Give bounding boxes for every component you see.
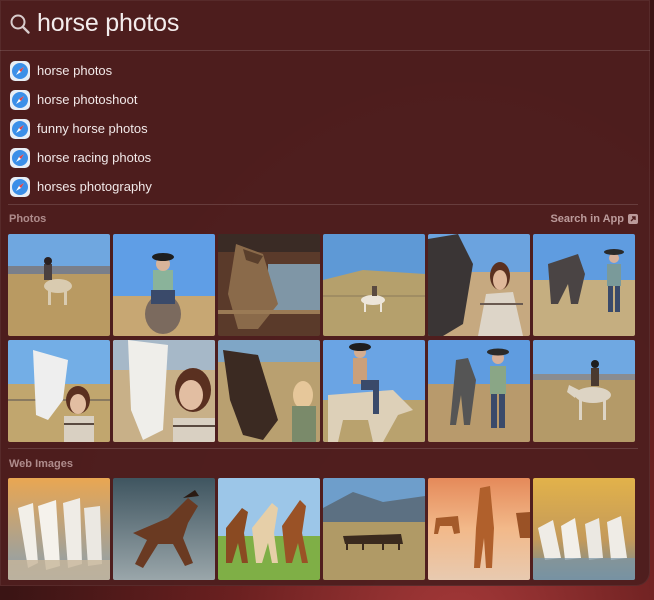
photo-thumbnail[interactable] — [218, 340, 320, 442]
web-image-thumbnail[interactable] — [428, 478, 530, 580]
photo-thumbnail[interactable] — [113, 340, 215, 442]
web-image-thumbnail[interactable] — [218, 478, 320, 580]
photo-thumbnail[interactable] — [533, 340, 635, 442]
photo-thumbnail[interactable] — [428, 234, 530, 336]
photo-thumbnail[interactable] — [533, 234, 635, 336]
photo-thumbnail[interactable] — [8, 234, 110, 336]
photo-thumbnail[interactable] — [218, 234, 320, 336]
web-image-thumbnail[interactable] — [113, 478, 215, 580]
safari-compass-icon — [10, 177, 30, 197]
suggestion-label: horse racing photos — [37, 150, 152, 165]
web-image-thumbnail[interactable] — [323, 478, 425, 580]
photo-thumbnail[interactable] — [323, 340, 425, 442]
suggestion-label: horse photoshoot — [37, 92, 138, 107]
search-in-app-label: Search in App — [550, 213, 624, 225]
section-divider — [8, 204, 638, 205]
spotlight-panel: horse photos horse photos horse photosho… — [0, 0, 650, 586]
photos-section-title: Photos — [9, 213, 47, 225]
search-icon — [10, 14, 30, 34]
safari-compass-icon — [10, 90, 30, 110]
web-images-section-title: Web Images — [9, 458, 73, 470]
suggestion-label: horses photography — [37, 179, 152, 194]
suggestion-item[interactable]: funny horse photos — [0, 115, 650, 144]
suggestion-label: funny horse photos — [37, 121, 148, 136]
section-divider — [8, 448, 638, 449]
suggestion-item[interactable]: horse racing photos — [0, 144, 650, 173]
arrow-up-right-square-icon — [628, 214, 638, 224]
suggestion-item[interactable]: horses photography — [0, 173, 650, 202]
suggestion-label: horse photos — [37, 63, 113, 78]
web-image-thumbnail[interactable] — [533, 478, 635, 580]
photos-grid — [8, 234, 635, 442]
safari-compass-icon — [10, 119, 30, 139]
safari-compass-icon — [10, 148, 30, 168]
web-image-thumbnail[interactable] — [8, 478, 110, 580]
search-query[interactable]: horse photos — [37, 9, 179, 38]
suggestion-item[interactable]: horse photos — [0, 57, 650, 86]
photo-thumbnail[interactable] — [323, 234, 425, 336]
photo-thumbnail[interactable] — [428, 340, 530, 442]
suggestion-item[interactable]: horse photoshoot — [0, 86, 650, 115]
suggestion-list: horse photos horse photoshoot funny hors… — [0, 57, 650, 202]
photo-thumbnail[interactable] — [8, 340, 110, 442]
safari-compass-icon — [10, 61, 30, 81]
web-images-grid — [8, 478, 635, 580]
photo-thumbnail[interactable] — [113, 234, 215, 336]
search-bar[interactable]: horse photos — [0, 0, 650, 51]
search-in-app-link[interactable]: Search in App — [550, 213, 638, 225]
